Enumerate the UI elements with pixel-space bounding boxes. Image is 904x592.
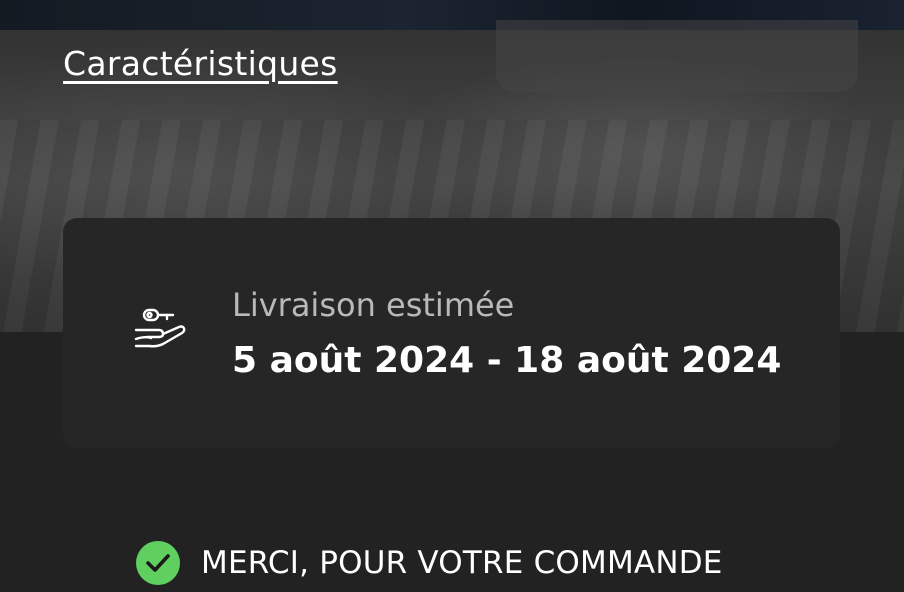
delivery-label: Livraison estimée (232, 286, 515, 324)
hero-vehicle-silhouette (496, 20, 858, 92)
order-confirmation-message: MERCI, POUR VOTRE COMMANDE (201, 545, 723, 581)
order-confirmation: MERCI, POUR VOTRE COMMANDE (136, 540, 723, 586)
specs-link[interactable]: Caractéristiques (63, 44, 338, 83)
check-circle-icon (136, 541, 180, 585)
delivery-dates: 5 août 2024 - 18 août 2024 (232, 340, 782, 381)
delivery-estimate-card: Livraison estimée 5 août 2024 - 18 août … (63, 218, 840, 448)
hand-key-icon (133, 308, 189, 358)
